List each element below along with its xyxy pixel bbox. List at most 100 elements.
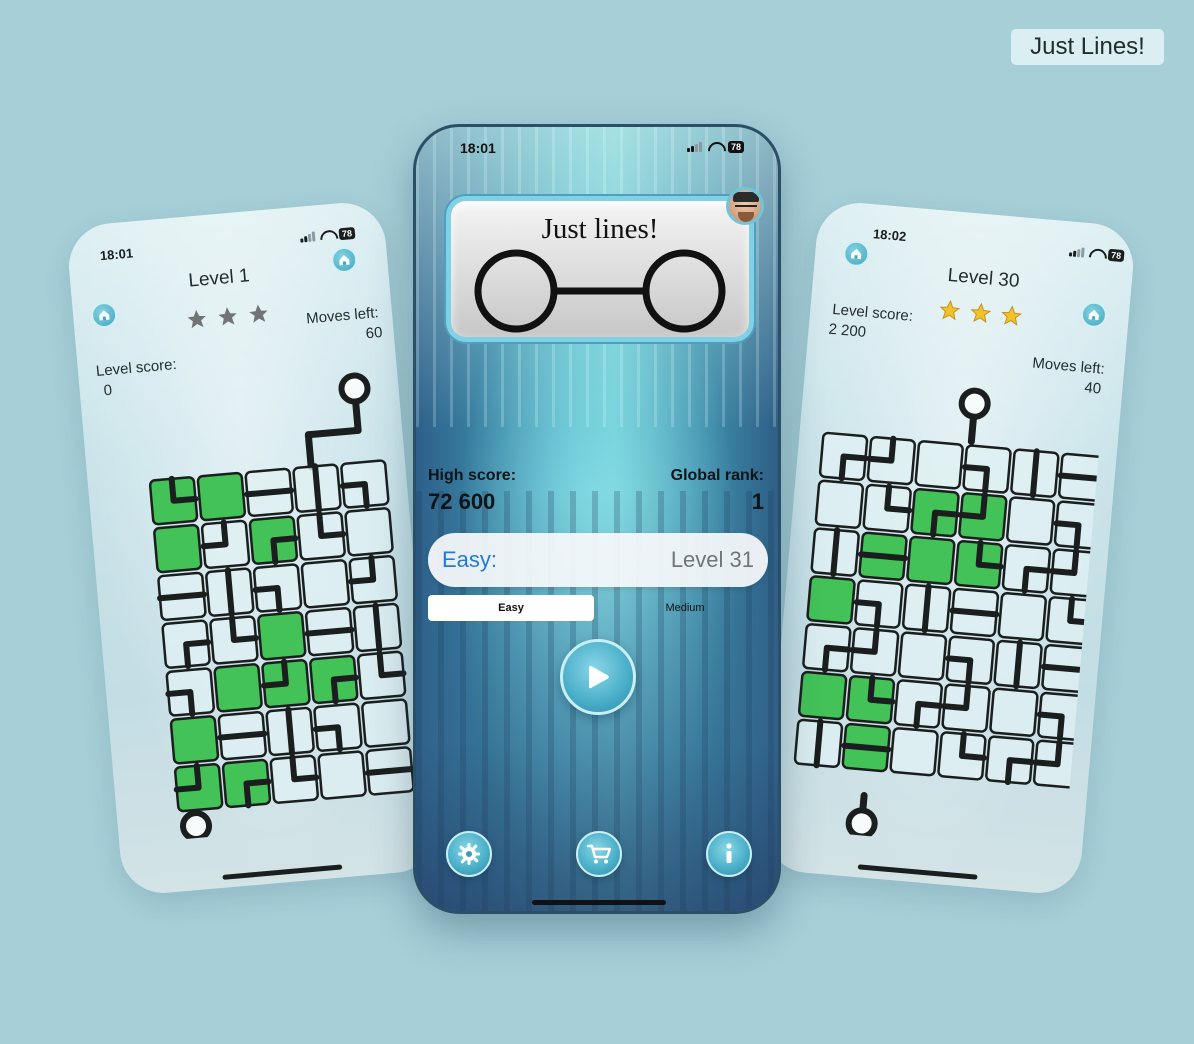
puzzle-tile[interactable]: [217, 710, 268, 761]
puzzle-tile[interactable]: [997, 591, 1047, 642]
puzzle-tile[interactable]: [793, 718, 844, 769]
puzzle-tile[interactable]: [361, 698, 411, 748]
puzzle-tile[interactable]: [866, 435, 917, 486]
puzzle-tile[interactable]: [906, 535, 956, 586]
puzzle-tile[interactable]: [165, 667, 215, 717]
puzzle-tile[interactable]: [957, 491, 1008, 542]
puzzle-tile[interactable]: [148, 475, 199, 526]
settings-button[interactable]: [446, 831, 492, 877]
difficulty-segmented-control[interactable]: Easy Medium: [428, 595, 768, 621]
puzzle-tile[interactable]: [304, 606, 355, 657]
puzzle-tile[interactable]: [352, 602, 403, 653]
shop-button[interactable]: [576, 831, 622, 877]
puzzle-tile[interactable]: [248, 515, 299, 566]
puzzle-tile[interactable]: [858, 531, 908, 581]
home-button[interactable]: [90, 301, 119, 330]
puzzle-tile[interactable]: [209, 615, 259, 665]
puzzle-tile[interactable]: [845, 674, 896, 725]
tab-easy[interactable]: Easy: [428, 595, 594, 621]
puzzle-tile[interactable]: [949, 587, 1000, 638]
puzzle-tile[interactable]: [818, 431, 869, 482]
home-button[interactable]: [842, 239, 871, 268]
puzzle-tile[interactable]: [157, 571, 207, 622]
puzzle-tile[interactable]: [1049, 548, 1099, 598]
home-button-secondary[interactable]: [1079, 300, 1108, 329]
puzzle-tile[interactable]: [1005, 496, 1056, 546]
puzzle-tile[interactable]: [300, 559, 351, 609]
puzzle-tile[interactable]: [841, 722, 892, 773]
puzzle-tile[interactable]: [1001, 544, 1052, 594]
puzzle-tile[interactable]: [993, 639, 1043, 690]
puzzle-tile[interactable]: [252, 563, 303, 613]
home-icon: [339, 254, 350, 266]
puzzle-tile[interactable]: [153, 523, 203, 574]
puzzle-tile[interactable]: [213, 663, 263, 713]
play-button[interactable]: [560, 639, 636, 715]
puzzle-tile[interactable]: [269, 754, 320, 804]
puzzle-tile[interactable]: [200, 519, 251, 570]
puzzle-tile[interactable]: [161, 619, 212, 670]
puzzle-tile[interactable]: [853, 579, 904, 630]
puzzle-tile[interactable]: [1057, 452, 1104, 503]
puzzle-tile[interactable]: [317, 750, 367, 800]
puzzle-tile[interactable]: [261, 658, 311, 709]
global-rank-value: 1: [751, 489, 764, 514]
puzzle-tile[interactable]: [814, 479, 865, 529]
puzzle-tile[interactable]: [365, 746, 415, 796]
puzzle-board[interactable]: [123, 360, 422, 841]
puzzle-tile[interactable]: [169, 715, 220, 765]
puzzle-tile[interactable]: [797, 670, 848, 721]
star-rating: [938, 298, 1024, 327]
puzzle-tile[interactable]: [1032, 739, 1083, 789]
tab-medium[interactable]: Medium: [602, 595, 768, 621]
puzzle-tile[interactable]: [953, 539, 1004, 590]
high-score-value: 72 600: [428, 489, 496, 514]
puzzle-tile[interactable]: [941, 683, 991, 733]
puzzle-tile[interactable]: [910, 487, 960, 538]
puzzle-tile[interactable]: [985, 735, 1035, 786]
puzzle-tile[interactable]: [1036, 691, 1087, 742]
puzzle-tile[interactable]: [196, 471, 247, 522]
puzzle-tile[interactable]: [901, 583, 952, 634]
puzzle-tile[interactable]: [862, 483, 913, 534]
puzzle-tile[interactable]: [339, 459, 390, 509]
info-button[interactable]: [706, 831, 752, 877]
puzzle-tile[interactable]: [1053, 500, 1104, 551]
puzzle-tile[interactable]: [937, 731, 987, 781]
puzzle-board[interactable]: [775, 370, 1104, 854]
puzzle-tile[interactable]: [344, 507, 394, 557]
puzzle-tile[interactable]: [1045, 595, 1096, 646]
puzzle-tile[interactable]: [292, 463, 342, 514]
puzzle-tile[interactable]: [313, 702, 363, 753]
phone-level-30-screen: 18:02 78 Level 30 Level score: 2 200 Mov…: [761, 199, 1137, 897]
puzzle-tile[interactable]: [356, 650, 407, 700]
puzzle-tile[interactable]: [945, 635, 995, 686]
puzzle-tile[interactable]: [893, 679, 944, 729]
difficulty-label: Easy:: [442, 547, 498, 572]
puzzle-tile[interactable]: [296, 511, 347, 561]
puzzle-tile[interactable]: [802, 623, 852, 673]
profile-avatar[interactable]: [726, 187, 764, 225]
puzzle-tile[interactable]: [221, 758, 272, 809]
puzzle-tile[interactable]: [810, 527, 860, 578]
puzzle-tile[interactable]: [962, 444, 1012, 494]
high-score-label: High score:: [428, 467, 517, 484]
puzzle-tile[interactable]: [205, 567, 255, 618]
puzzle-tile[interactable]: [1041, 643, 1091, 694]
puzzle-tile[interactable]: [914, 440, 964, 490]
signal-icon: [1068, 246, 1085, 258]
puzzle-tile[interactable]: [173, 762, 224, 813]
puzzle-tile[interactable]: [806, 575, 856, 625]
puzzle-tile[interactable]: [989, 687, 1039, 737]
puzzle-tile[interactable]: [257, 611, 307, 661]
current-level-selector[interactable]: Easy: Level 31: [428, 533, 768, 587]
puzzle-tile[interactable]: [309, 654, 359, 705]
puzzle-tile[interactable]: [889, 727, 939, 777]
puzzle-tile[interactable]: [849, 627, 900, 677]
home-button-secondary[interactable]: [330, 245, 359, 275]
puzzle-tile[interactable]: [1010, 448, 1060, 499]
puzzle-tile[interactable]: [265, 706, 315, 757]
puzzle-tile[interactable]: [244, 467, 295, 518]
puzzle-tile[interactable]: [348, 554, 398, 605]
puzzle-tile[interactable]: [897, 631, 948, 681]
